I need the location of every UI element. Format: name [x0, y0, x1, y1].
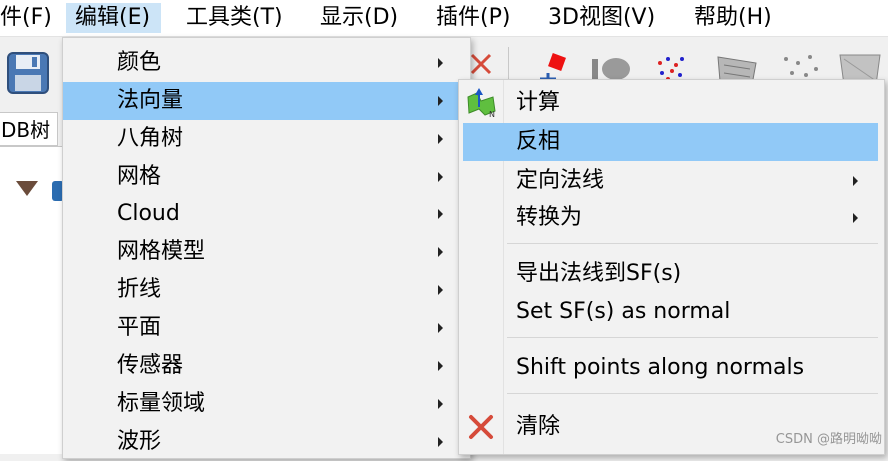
- menu-item-mesh-model[interactable]: 网格模型: [63, 233, 470, 271]
- menu-item-label: 标量领域: [117, 391, 206, 416]
- clear-icon: [465, 411, 497, 443]
- submenu-arrow-icon: [438, 285, 443, 295]
- menu-help[interactable]: 帮助(H): [694, 3, 772, 33]
- submenu-arrow-icon: [438, 361, 443, 371]
- menu-item-convert-to[interactable]: 转换为: [459, 199, 884, 237]
- menu-item-label: 网格模型: [117, 239, 206, 264]
- save-button[interactable]: [6, 51, 50, 95]
- menu-item-normals[interactable]: 法向量: [63, 82, 470, 120]
- menu-separator: [507, 393, 878, 394]
- menu-item-label: 八角树: [117, 126, 184, 151]
- menu-item-label: 计算: [516, 90, 561, 115]
- menu-item-grid[interactable]: 网格: [63, 158, 470, 196]
- edit-menu: 颜色 法向量 八角树 网格 Cloud 网格模型 折线 平面 传感器 标量领域 …: [62, 37, 471, 459]
- submenu-arrow-icon: [438, 172, 443, 182]
- menu-display[interactable]: 显示(D): [320, 3, 398, 33]
- menu-item-label: Cloud: [117, 201, 180, 226]
- menu-item-label: 折线: [117, 277, 162, 302]
- menu-item-cloud[interactable]: Cloud: [63, 195, 470, 233]
- submenu-arrow-icon: [438, 134, 443, 144]
- menu-tools[interactable]: 工具类(T): [186, 3, 283, 33]
- menu-item-label: 反相: [516, 129, 561, 154]
- submenu-arrow-icon: [438, 209, 443, 219]
- menu-item-label: 传感器: [117, 353, 184, 378]
- menu-item-label: 法向量: [117, 88, 184, 113]
- menu-item-orient-normals[interactable]: 定向法线: [459, 162, 884, 200]
- normals-submenu: N 计算 反相 定向法线 转换为 导出法线到SF(s) Set SF(s) as…: [458, 79, 885, 455]
- submenu-arrow-icon: [438, 323, 443, 333]
- menu-item-invert[interactable]: 反相: [463, 123, 878, 161]
- menu-separator: [507, 337, 878, 338]
- db-tree-panel: [0, 146, 70, 454]
- close-icon[interactable]: [468, 51, 494, 77]
- menu-item-label: 颜色: [117, 50, 162, 75]
- menu-file[interactable]: 件(F): [0, 3, 52, 33]
- submenu-arrow-icon: [438, 437, 443, 447]
- menu-item-color[interactable]: 颜色: [63, 44, 470, 82]
- menu-item-label: Set SF(s) as normal: [516, 299, 731, 324]
- menu-item-sensor[interactable]: 传感器: [63, 347, 470, 385]
- menu-separator: [507, 243, 878, 244]
- menu-bar: 件(F) 编辑(E) 工具类(T) 显示(D) 插件(P) 3D视图(V) 帮助…: [0, 0, 888, 37]
- menu-item-label: 平面: [117, 315, 162, 340]
- menu-item-label: 清除: [516, 414, 561, 439]
- menu-edit[interactable]: 编辑(E): [66, 3, 161, 33]
- menu-item-waveform[interactable]: 波形: [63, 423, 470, 461]
- submenu-arrow-icon: [853, 176, 858, 186]
- menu-item-shift-points[interactable]: Shift points along normals: [459, 349, 884, 387]
- menu-item-label: 转换为: [516, 205, 583, 230]
- floppy-disk-icon: [7, 52, 49, 94]
- menu-item-polyline[interactable]: 折线: [63, 271, 470, 309]
- svg-text:N: N: [489, 110, 495, 119]
- submenu-arrow-icon: [853, 213, 858, 223]
- menu-3d-view[interactable]: 3D视图(V): [548, 3, 655, 33]
- submenu-arrow-icon: [438, 399, 443, 409]
- menu-item-set-sf-as-normal[interactable]: Set SF(s) as normal: [459, 293, 884, 331]
- menu-item-scalar-fields[interactable]: 标量领域: [63, 385, 470, 423]
- db-tree-tab[interactable]: DB树: [0, 112, 58, 146]
- menu-item-compute[interactable]: N 计算: [459, 84, 884, 122]
- submenu-arrow-icon: [438, 247, 443, 257]
- submenu-arrow-icon: [438, 58, 443, 68]
- menu-item-label: 波形: [117, 429, 162, 454]
- menu-item-plane[interactable]: 平面: [63, 309, 470, 347]
- menu-item-label: Shift points along normals: [516, 355, 805, 380]
- menu-item-label: 网格: [117, 164, 162, 189]
- menu-item-label: 定向法线: [516, 168, 605, 193]
- watermark: CSDN @路明呦呦: [775, 432, 882, 447]
- menu-item-export-normals-sf[interactable]: 导出法线到SF(s): [459, 255, 884, 293]
- tree-expand-arrow-icon[interactable]: [16, 181, 38, 196]
- menu-item-octree[interactable]: 八角树: [63, 120, 470, 158]
- menu-item-label: 导出法线到SF(s): [516, 261, 682, 286]
- compute-normals-icon: N: [465, 87, 497, 119]
- submenu-arrow-icon: [438, 96, 443, 106]
- menu-plugins[interactable]: 插件(P): [436, 3, 510, 33]
